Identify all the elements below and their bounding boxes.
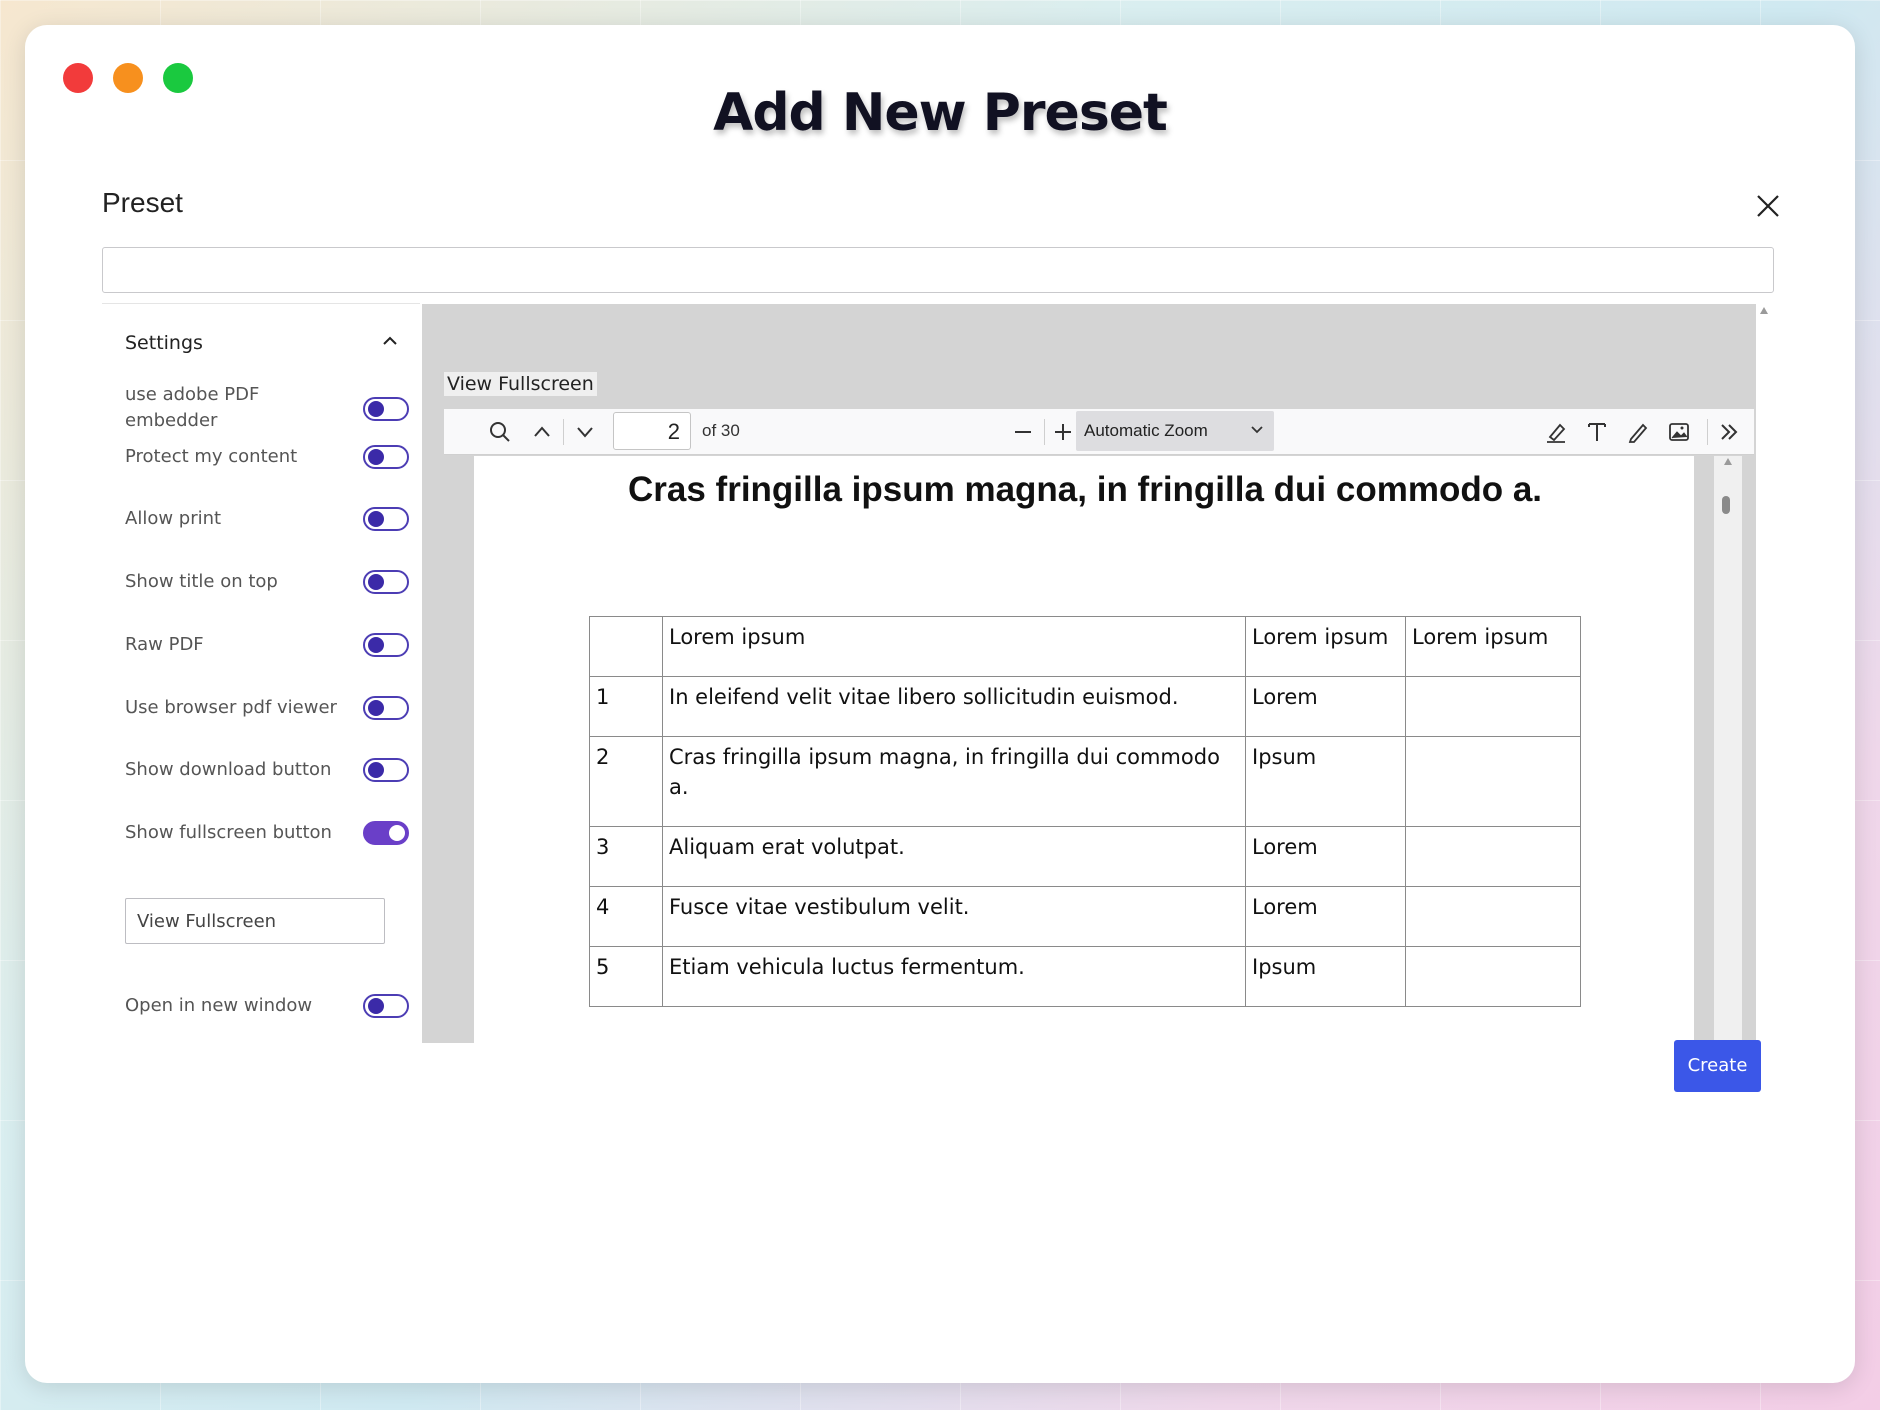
table-cell: Fusce vitae vestibulum velit. [662,886,1246,947]
table-row: 2 Cras fringilla ipsum magna, in fringill… [589,736,1581,827]
setting-label: Raw PDF [125,634,204,655]
toggle-knob [368,637,384,653]
window-title: Add New Preset [713,83,1168,143]
view-fullscreen-button[interactable]: View Fullscreen [444,372,597,396]
setting-toggle[interactable] [363,633,409,657]
table-row: 3 Aliquam erat volutpat. Lorem [589,826,1581,887]
zoom-in-icon[interactable] [1050,419,1076,445]
image-stamp-icon[interactable] [1666,419,1692,445]
table-cell: Lorem [1245,826,1406,887]
pdf-scroll-up-arrow[interactable] [1724,458,1732,465]
table-cell: 2 [589,736,663,827]
toolbar-separator [563,419,564,445]
pdf-toolbar: 2 of 30 Automatic Zoom [444,409,1754,455]
fullscreen-button-text-input[interactable]: View Fullscreen [125,898,385,944]
setting-toggle[interactable] [363,507,409,531]
pdf-page: Cras fringilla ipsum magna, in fringilla… [474,456,1694,1043]
setting-label: Protect my content [125,446,298,467]
setting-toggle[interactable] [363,696,409,720]
table-header-cell: Lorem ipsum [1405,616,1581,677]
table-cell: Ipsum [1245,946,1406,1007]
toolbar-separator [1707,419,1708,445]
chevron-up-icon[interactable] [529,419,555,445]
setting-toggle[interactable] [363,397,409,421]
table-cell [1405,826,1581,887]
page-total: of 30 [702,421,740,440]
pdf-preview: View Fullscreen 2 of 30 Automatic Zoom C… [422,304,1756,1043]
table-row: 5 Etiam vehicula luctus fermentum. Ipsum [589,946,1581,1007]
table-cell: 5 [589,946,663,1007]
create-button[interactable]: Create [1674,1040,1761,1092]
table-cell [1405,736,1581,827]
table-cell: In eleifend velit vitae libero sollicitu… [662,676,1246,737]
setting-label: Open in new window [125,995,313,1016]
setting-toggle[interactable] [363,570,409,594]
pdf-table: Lorem ipsum Lorem ipsum Lorem ipsum 1 In ele… [589,616,1581,1007]
table-row: 1 In eleifend velit vitae libero sollicit… [589,676,1581,737]
highlight-icon[interactable] [1543,419,1569,445]
zoom-value: Automatic Zoom [1084,421,1208,440]
table-cell: 3 [589,826,663,887]
close-icon[interactable] [1749,187,1787,225]
setting-toggle[interactable] [363,758,409,782]
toggle-knob [389,825,405,841]
table-cell: Lorem [1245,676,1406,737]
more-tools-icon[interactable] [1716,419,1742,445]
table-cell [1405,886,1581,947]
page-number-input[interactable]: 2 [613,412,691,450]
table-cell: Cras fringilla ipsum magna, in fringilla… [662,736,1246,827]
toggle-knob [368,998,384,1014]
draw-pencil-icon[interactable] [1625,419,1651,445]
setting-toggle[interactable] [363,445,409,469]
toggle-knob [368,700,384,716]
toolbar-separator [1044,419,1045,445]
pdf-heading: Cras fringilla ipsum magna, in fringilla… [628,470,1543,509]
table-cell: 1 [589,676,663,737]
settings-panel: Settings use adobe PDF embedder Protect m… [102,303,420,1043]
table-cell: 4 [589,886,663,947]
preset-name-input[interactable] [102,247,1774,293]
pdf-viewer-area: Cras fringilla ipsum magna, in fringilla… [444,456,1754,1043]
table-header-cell: Lorem ipsum [662,616,1246,677]
toggle-knob [368,449,384,465]
zoom-select[interactable]: Automatic Zoom [1076,411,1274,451]
dialog-title: Preset [102,187,183,218]
setting-label: Show fullscreen button [125,822,332,843]
setting-toggle[interactable] [363,821,409,845]
toggle-knob [368,574,384,590]
app-window: Add New Preset Preset Settings use adobe… [25,25,1855,1383]
chevron-up-icon[interactable] [380,334,400,348]
pdf-scrollbar[interactable] [1714,456,1742,1043]
setting-label: Use browser pdf viewer [125,697,337,718]
zoom-out-icon[interactable] [1010,419,1036,445]
toggle-knob [368,511,384,527]
setting-label: Show title on top [125,571,278,592]
setting-label: use adobe PDF embedder [125,384,260,431]
text-tool-icon[interactable] [1584,419,1610,445]
table-cell [1405,946,1581,1007]
toggle-knob [368,401,384,417]
setting-label: Show download button [125,759,332,780]
preview-scrollbar[interactable] [1757,304,1771,1043]
pdf-scroll-thumb[interactable] [1722,496,1730,514]
toggle-knob [368,762,384,778]
chevron-down-icon[interactable] [572,419,598,445]
table-cell: Ipsum [1245,736,1406,827]
chevron-down-icon [1251,426,1263,434]
table-header-cell: Lorem ipsum [1245,616,1406,677]
setting-label: Allow print [125,508,222,529]
table-cell [1405,676,1581,737]
search-icon[interactable] [487,419,513,445]
table-row: 4 Fusce vitae vestibulum velit. Lorem [589,886,1581,947]
setting-toggle[interactable] [363,994,409,1018]
table-cell: Aliquam erat volutpat. [662,826,1246,887]
table-header-cell [589,616,663,677]
settings-header: Settings [125,332,203,354]
table-cell: Etiam vehicula luctus fermentum. [662,946,1246,1007]
table-header-row: Lorem ipsum Lorem ipsum Lorem ipsum [589,616,1581,677]
preview-scroll-up-arrow[interactable] [1760,307,1768,314]
table-cell: Lorem [1245,886,1406,947]
